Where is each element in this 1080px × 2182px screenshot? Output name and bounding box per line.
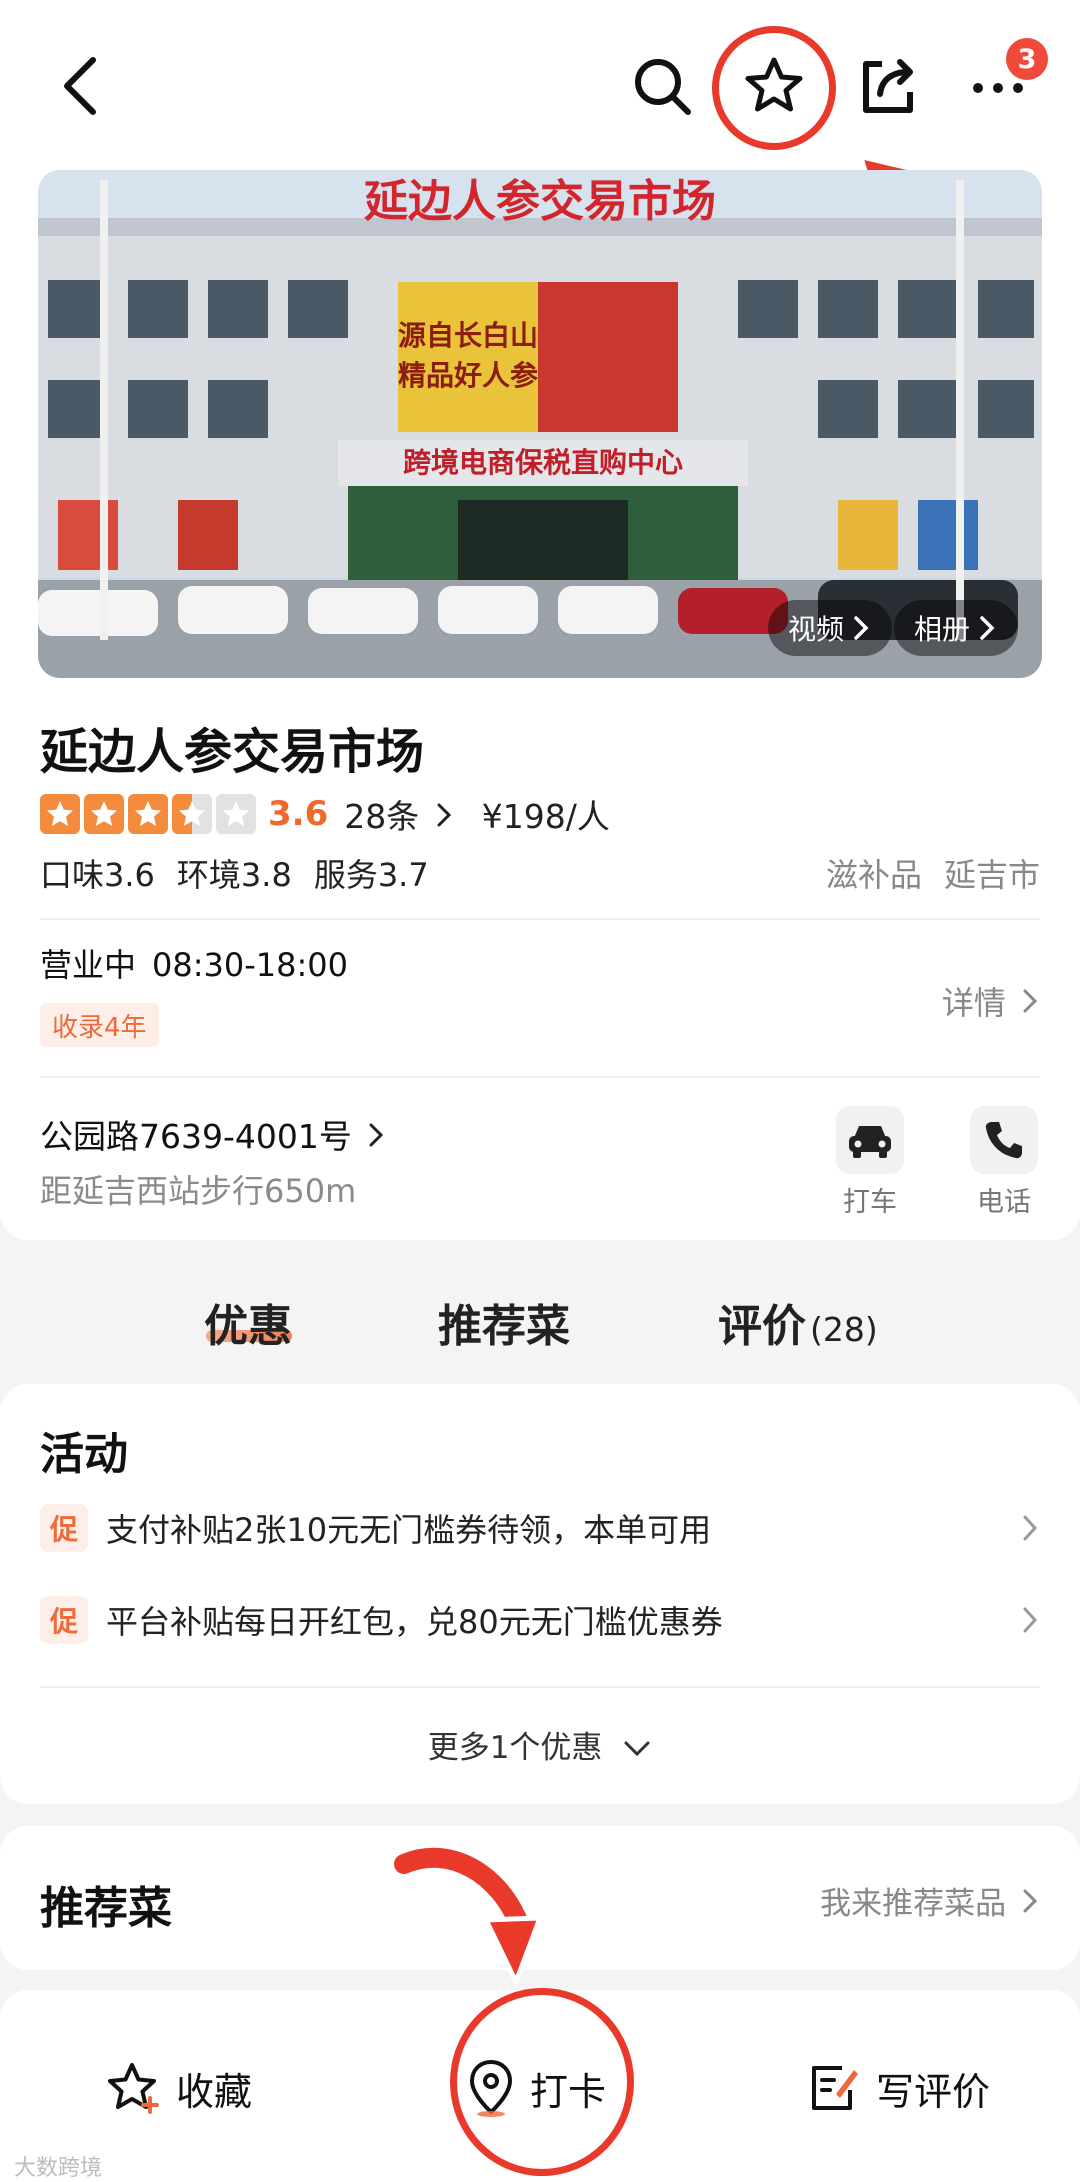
recommend-dish-label: 我来推荐菜品: [820, 1886, 1007, 1922]
album-label: 相册: [914, 613, 971, 646]
album-button[interactable]: 相册: [894, 600, 1019, 656]
phone-button[interactable]: [970, 1106, 1038, 1174]
star-add-icon: [108, 2063, 159, 2114]
video-button[interactable]: 视频: [768, 600, 893, 656]
star-icon: [128, 794, 168, 834]
tab-discount[interactable]: 优惠: [204, 1290, 292, 1354]
divider: [40, 918, 1040, 920]
star-empty-icon: [216, 794, 256, 834]
banner-text: 跨境电商保税直购中心: [403, 446, 683, 479]
chevron-right-icon: [437, 803, 451, 827]
star-half-icon: [172, 794, 212, 834]
address-text: 公园路7639-4001号: [40, 1117, 352, 1156]
back-icon[interactable]: [44, 50, 116, 122]
phone-label: 电话: [977, 1187, 1031, 1218]
annotation-circle: [450, 1988, 634, 2176]
storefront-illustration: 延边人参交易市场 源自长白山 精品好人参 跨境电商保税直购中心: [38, 170, 1042, 678]
more-discounts-button[interactable]: 更多1个优惠: [0, 1722, 1080, 1767]
video-label: 视频: [788, 613, 845, 646]
chevron-right-icon: [854, 616, 869, 640]
more-discounts-label: 更多1个优惠: [427, 1730, 603, 1766]
chevron-down-icon: [624, 1741, 650, 1757]
promo-tag: 促: [40, 1504, 88, 1552]
divider: [40, 1076, 1040, 1078]
address-link[interactable]: 公园路7639-4001号: [40, 1110, 386, 1158]
write-review-label: 写评价: [876, 2069, 991, 2114]
recommend-title: 推荐菜: [40, 1883, 172, 1934]
category-tags: 滋补品 延吉市: [804, 850, 1040, 896]
phone-icon: [985, 1122, 1022, 1159]
notification-badge: 3: [1006, 38, 1048, 80]
open-status: 营业中: [40, 946, 137, 984]
car-icon: [849, 1126, 891, 1158]
promo-text: 支付补贴2张10元无门槛券待领，本单可用: [106, 1511, 712, 1549]
category-tag: 滋补品: [825, 856, 922, 894]
share-icon[interactable]: [852, 50, 924, 122]
screen-text-2: 精品好人参: [398, 359, 538, 392]
activity-title: 活动: [40, 1429, 128, 1480]
business-hours: 营业中 08:30-18:00: [40, 940, 364, 986]
shop-photo[interactable]: 延边人参交易市场 源自长白山 精品好人参 跨境电商保税直购中心: [38, 170, 1042, 678]
sub-scores: 口味3.6 环境3.8 服务3.7: [40, 850, 451, 896]
tab-reviews-count: (28): [810, 1310, 878, 1349]
distance-text: 距延吉西站步行650m: [40, 1172, 357, 1210]
sign-text: 延边人参交易市场: [364, 176, 716, 227]
promo-tag: 促: [40, 1596, 88, 1644]
environment-score: 环境3.8: [176, 856, 292, 894]
details-link[interactable]: 详情: [942, 978, 1040, 1024]
favorite-button[interactable]: 收藏: [106, 2060, 252, 2116]
rating-score: 3.6: [268, 794, 329, 834]
taxi-label: 打车: [843, 1187, 897, 1218]
page: 3 延边人参交易市场 源自长白山 精品好人参 跨境电商保税直购中心 视频 相册 …: [0, 0, 1080, 2182]
rating-row[interactable]: 3.6 28条 ¥198/人: [40, 790, 610, 838]
edit-review-icon: [812, 2066, 858, 2110]
listed-since-badge: 收录4年: [40, 1003, 159, 1047]
content-tabs: 优惠 推荐菜 评价 (28): [0, 1280, 1080, 1360]
divider: [40, 1686, 1040, 1688]
favorite-label: 收藏: [176, 2069, 253, 2114]
promo-item[interactable]: 促 平台补贴每日开红包，兑80元无门槛优惠券: [40, 1594, 1040, 1646]
write-review-button[interactable]: 写评价: [806, 2060, 990, 2116]
screen-text-1: 源自长白山: [398, 319, 538, 352]
chevron-right-icon: [1023, 1607, 1038, 1633]
star-icon: [84, 794, 124, 834]
tab-reviews[interactable]: 评价 (28): [718, 1290, 878, 1354]
tab-reviews-label: 评价: [718, 1301, 806, 1352]
chevron-right-icon: [1023, 1889, 1038, 1913]
hours-text: 08:30-18:00: [152, 946, 348, 984]
chevron-right-icon: [1023, 1515, 1038, 1541]
review-count-label: 28条: [344, 797, 420, 836]
tab-recommended[interactable]: 推荐菜: [438, 1290, 570, 1354]
city-tag: 延吉市: [943, 856, 1040, 894]
shop-name: 延边人参交易市场: [40, 724, 425, 780]
details-label: 详情: [941, 984, 1006, 1022]
promo-item[interactable]: 促 支付补贴2张10元无门槛券待领，本单可用: [40, 1502, 1040, 1554]
watermark-text: 大数跨境: [14, 2156, 103, 2181]
promo-text: 平台补贴每日开红包，兑80元无门槛优惠券: [106, 1603, 723, 1641]
star-icon: [40, 794, 80, 834]
chevron-right-icon: [1023, 989, 1038, 1013]
chevron-right-icon: [369, 1123, 384, 1147]
price-per-person: ¥198/人: [481, 797, 610, 836]
search-icon[interactable]: [626, 50, 698, 122]
star-rating: [40, 794, 256, 834]
review-count[interactable]: 28条: [344, 790, 454, 838]
annotation-arrow-icon: [394, 1847, 543, 1985]
annotation-circle: [712, 26, 836, 150]
taxi-button[interactable]: [836, 1106, 904, 1174]
service-score: 服务3.7: [313, 856, 429, 894]
chevron-right-icon: [980, 616, 995, 640]
taste-score: 口味3.6: [40, 856, 155, 894]
recommend-dish-link[interactable]: 我来推荐菜品: [820, 1878, 1040, 1923]
